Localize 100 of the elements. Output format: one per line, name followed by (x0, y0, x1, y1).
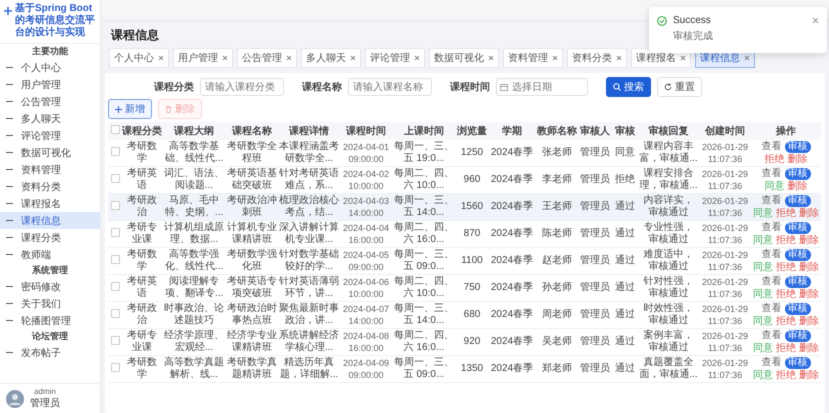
tab[interactable]: 公告管理 (237, 48, 297, 68)
tab[interactable]: 个人中心 (109, 48, 169, 68)
action-link[interactable]: 查看 (762, 302, 782, 314)
menu-item[interactable]: 课程分类 (0, 229, 100, 246)
tab[interactable]: 资料管理 (503, 48, 563, 68)
action-link[interactable]: 拒绝 (776, 342, 796, 354)
close-icon[interactable] (414, 55, 420, 61)
select-all-checkbox[interactable] (110, 125, 120, 134)
row-checkbox[interactable] (110, 308, 120, 318)
action-link[interactable]: 删除 (799, 234, 819, 246)
audit-button[interactable]: 审核 (784, 222, 810, 234)
action-link[interactable]: 查看 (762, 356, 782, 368)
search-button[interactable]: 搜索 (606, 77, 651, 97)
row-checkbox[interactable] (110, 174, 120, 182)
close-icon[interactable] (350, 55, 356, 61)
tab[interactable]: 多人聊天 (301, 48, 361, 68)
close-icon[interactable] (744, 55, 750, 61)
action-link[interactable]: 同意 (753, 208, 773, 220)
avatar-icon[interactable] (6, 390, 24, 408)
audit-button[interactable]: 审核 (784, 194, 810, 206)
close-icon[interactable] (286, 55, 292, 61)
close-icon[interactable] (158, 55, 164, 61)
audit-button[interactable]: 审核 (784, 248, 810, 260)
action-link[interactable]: 同意 (753, 234, 773, 246)
table-cell: 通过 (612, 302, 638, 328)
close-icon[interactable] (616, 55, 622, 61)
action-link[interactable]: 删除 (799, 262, 819, 274)
action-link[interactable]: 同意 (753, 342, 773, 354)
menu-item[interactable]: 数据可视化 (0, 144, 100, 161)
table-cell: 马原、毛中特、史纲、... (162, 194, 226, 220)
action-link[interactable]: 查看 (762, 194, 782, 206)
audit-button[interactable]: 审核 (784, 356, 810, 368)
menu-item[interactable]: 关于我们 (0, 295, 100, 312)
close-icon[interactable] (488, 55, 494, 61)
input-field[interactable]: 请输入课程分类 (200, 78, 284, 96)
row-checkbox[interactable] (110, 282, 120, 290)
menu-item[interactable]: 资料管理 (0, 161, 100, 178)
action-link[interactable]: 同意 (753, 262, 773, 274)
table-cell: 通过 (612, 248, 638, 274)
row-checkbox[interactable] (110, 362, 120, 372)
tab[interactable]: 数据可视化 (429, 48, 499, 68)
action-link[interactable]: 同意 (753, 370, 773, 382)
table-cell: 每周二、四、六 16:0... (392, 220, 456, 248)
menu-item[interactable]: 课程信息 (0, 212, 100, 229)
action-link[interactable]: 删除 (799, 342, 819, 354)
close-icon[interactable] (222, 55, 228, 61)
close-icon[interactable] (812, 17, 819, 24)
input-field[interactable]: 选择日期 (496, 78, 588, 96)
action-link[interactable]: 删除 (799, 316, 819, 328)
action-link[interactable]: 拒绝 (776, 234, 796, 246)
close-icon[interactable] (680, 55, 686, 61)
action-link[interactable]: 同意 (753, 316, 773, 328)
action-link[interactable]: 删除 (799, 370, 819, 382)
row-checkbox[interactable] (110, 200, 120, 210)
action-link[interactable]: 删除 (788, 154, 808, 166)
action-link[interactable]: 删除 (799, 288, 819, 300)
action-link[interactable]: 删除 (788, 180, 808, 192)
close-icon[interactable] (552, 55, 558, 61)
audit-button[interactable]: 审核 (784, 276, 810, 288)
menu-item[interactable]: 密码修改 (0, 278, 100, 295)
action-link[interactable]: 删除 (799, 208, 819, 220)
action-link[interactable]: 拒绝 (776, 370, 796, 382)
action-link[interactable]: 拒绝 (776, 288, 796, 300)
menu-item[interactable]: 轮播图管理 (0, 312, 100, 329)
menu-item[interactable]: 课程报名 (0, 195, 100, 212)
menu-item[interactable]: 发布帖子 (0, 344, 100, 361)
audit-button[interactable]: 审核 (784, 302, 810, 314)
menu-item[interactable]: 个人中心 (0, 59, 100, 76)
action-link[interactable]: 同意 (764, 180, 784, 192)
audit-button[interactable]: 审核 (784, 140, 810, 152)
menu-item[interactable]: 公告管理 (0, 93, 100, 110)
tab[interactable]: 评论管理 (365, 48, 425, 68)
action-link[interactable]: 查看 (762, 330, 782, 342)
action-link[interactable]: 查看 (762, 248, 782, 260)
tab[interactable]: 用户管理 (173, 48, 233, 68)
action-link[interactable]: 拒绝 (776, 208, 796, 220)
action-link[interactable]: 查看 (762, 276, 782, 288)
row-checkbox[interactable] (110, 146, 120, 156)
menu-item[interactable]: 用户管理 (0, 76, 100, 93)
input-field[interactable]: 请输入课程名称 (348, 78, 432, 96)
tab[interactable]: 资料分类 (567, 48, 627, 68)
menu-item[interactable]: 多人聊天 (0, 110, 100, 127)
action-link[interactable]: 拒绝 (764, 154, 784, 166)
reset-button[interactable]: 重置 (657, 77, 702, 97)
action-link[interactable]: 拒绝 (776, 316, 796, 328)
menu-item[interactable]: 资料分类 (0, 178, 100, 195)
audit-button[interactable]: 审核 (784, 168, 810, 180)
table-cell: 考研专业课 (122, 220, 162, 248)
menu-item[interactable]: 评论管理 (0, 127, 100, 144)
menu-item[interactable]: 教师端 (0, 246, 100, 263)
row-checkbox[interactable] (110, 254, 120, 264)
action-link[interactable]: 拒绝 (776, 262, 796, 274)
action-link[interactable]: 查看 (762, 168, 782, 180)
add-button[interactable]: 新增 (108, 99, 152, 119)
row-checkbox[interactable] (110, 336, 120, 344)
row-checkbox[interactable] (110, 228, 120, 236)
action-link[interactable]: 同意 (753, 288, 773, 300)
action-link[interactable]: 查看 (762, 140, 782, 152)
audit-button[interactable]: 审核 (784, 330, 810, 342)
action-link[interactable]: 查看 (762, 222, 782, 234)
